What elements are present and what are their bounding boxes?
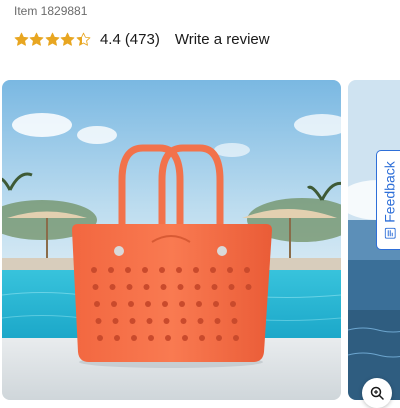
star-full-icon	[45, 32, 60, 46]
zoom-in-button[interactable]	[362, 378, 392, 408]
star-rating[interactable]	[14, 32, 91, 47]
product-image-main[interactable]	[2, 80, 341, 400]
feedback-icon	[384, 227, 396, 239]
rating-value: 4.4	[99, 30, 121, 48]
feedback-tab[interactable]: Feedback	[376, 150, 400, 250]
star-partial-icon	[76, 32, 90, 46]
rating-row: 4.4 (473) Write a review	[14, 28, 270, 50]
feedback-label: Feedback	[381, 161, 398, 223]
item-number: Item 1829881	[14, 4, 88, 18]
product-image-carousel[interactable]	[0, 72, 400, 400]
star-full-icon	[14, 32, 29, 46]
zoom-in-icon	[370, 386, 384, 400]
star-full-icon	[60, 32, 75, 46]
review-count[interactable]: (473)	[125, 31, 160, 48]
star-full-icon	[30, 32, 44, 46]
write-review-link[interactable]: Write a review	[175, 31, 270, 48]
product-photo	[2, 80, 341, 400]
